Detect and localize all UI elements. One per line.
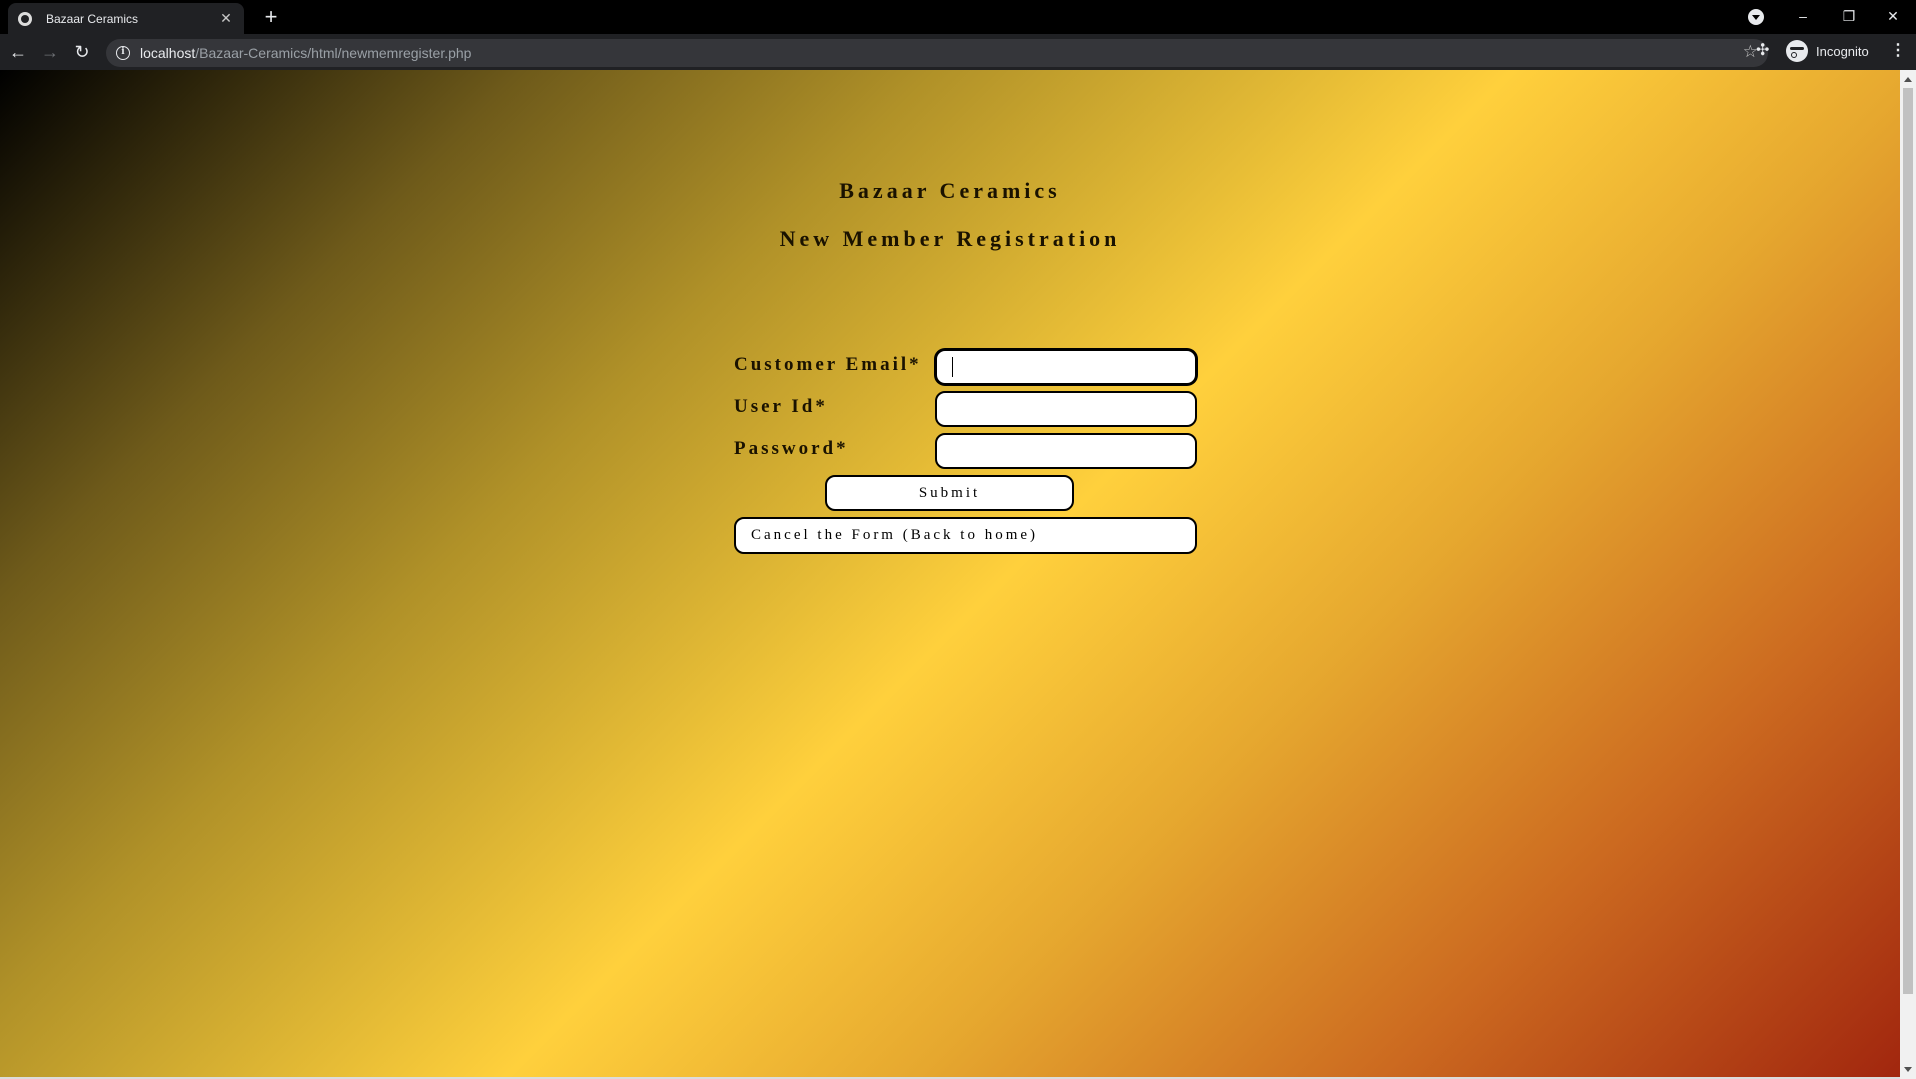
page-title: Bazaar Ceramics bbox=[839, 178, 1061, 203]
submit-button[interactable]: Submit bbox=[825, 475, 1074, 511]
email-label: Customer Email* bbox=[734, 354, 922, 375]
puzzle-icon[interactable]: ✣ bbox=[1756, 40, 1769, 60]
text-caret bbox=[952, 357, 953, 377]
close-tab-icon[interactable]: ✕ bbox=[218, 10, 234, 27]
page-subtitle: New Member Registration bbox=[779, 226, 1121, 251]
incognito-indicator[interactable]: Incognito bbox=[1786, 38, 1869, 64]
url-text: localhost/Bazaar-Ceramics/html/newmemreg… bbox=[140, 45, 471, 61]
browser-tab[interactable]: Bazaar Ceramics ✕ bbox=[8, 3, 244, 34]
scrollbar-thumb[interactable] bbox=[1903, 88, 1913, 994]
kebab-menu-icon[interactable]: ⋮ bbox=[1890, 40, 1906, 60]
info-icon[interactable]: i bbox=[116, 46, 130, 60]
userid-label: User Id* bbox=[734, 396, 828, 417]
restore-button[interactable]: ❐ bbox=[1826, 0, 1872, 34]
tab-title: Bazaar Ceramics bbox=[46, 11, 139, 26]
page-viewport bbox=[0, 70, 1900, 1079]
scroll-up-icon[interactable] bbox=[1904, 77, 1912, 82]
reload-icon: ↻ bbox=[74, 42, 90, 62]
address-bar[interactable]: i localhost/Bazaar-Ceramics/html/newmemr… bbox=[106, 39, 1768, 67]
reload-button[interactable]: ↻ bbox=[69, 39, 95, 65]
new-tab-button[interactable]: + bbox=[258, 5, 284, 31]
tab-strip: Bazaar Ceramics ✕ + – ❐ ✕ bbox=[0, 0, 1916, 34]
forward-button[interactable]: → bbox=[37, 39, 63, 65]
back-button[interactable]: ← bbox=[5, 39, 31, 65]
close-window-button[interactable]: ✕ bbox=[1870, 0, 1916, 34]
tab-search-icon[interactable] bbox=[1748, 9, 1764, 25]
arrow-left-icon: ← bbox=[9, 42, 27, 62]
url-path: /Bazaar-Ceramics/html/newmemregister.php bbox=[195, 45, 472, 61]
scroll-down-icon[interactable] bbox=[1904, 1067, 1912, 1072]
minimize-button[interactable]: – bbox=[1780, 0, 1826, 34]
incognito-icon bbox=[1786, 40, 1808, 62]
userid-field[interactable] bbox=[935, 391, 1197, 427]
cancel-form-button[interactable]: Cancel the Form (Back to home) bbox=[734, 517, 1197, 554]
email-field[interactable] bbox=[935, 349, 1197, 385]
vertical-scrollbar[interactable] bbox=[1900, 70, 1916, 1079]
browser-toolbar: ← → ↻ i localhost/Bazaar-Ceramics/html/n… bbox=[0, 34, 1916, 70]
globe-icon bbox=[18, 11, 32, 26]
url-host: localhost bbox=[140, 45, 196, 61]
password-label: Password* bbox=[734, 438, 849, 459]
incognito-label: Incognito bbox=[1816, 43, 1869, 59]
password-field[interactable] bbox=[935, 433, 1197, 469]
arrow-right-icon: → bbox=[41, 42, 59, 62]
